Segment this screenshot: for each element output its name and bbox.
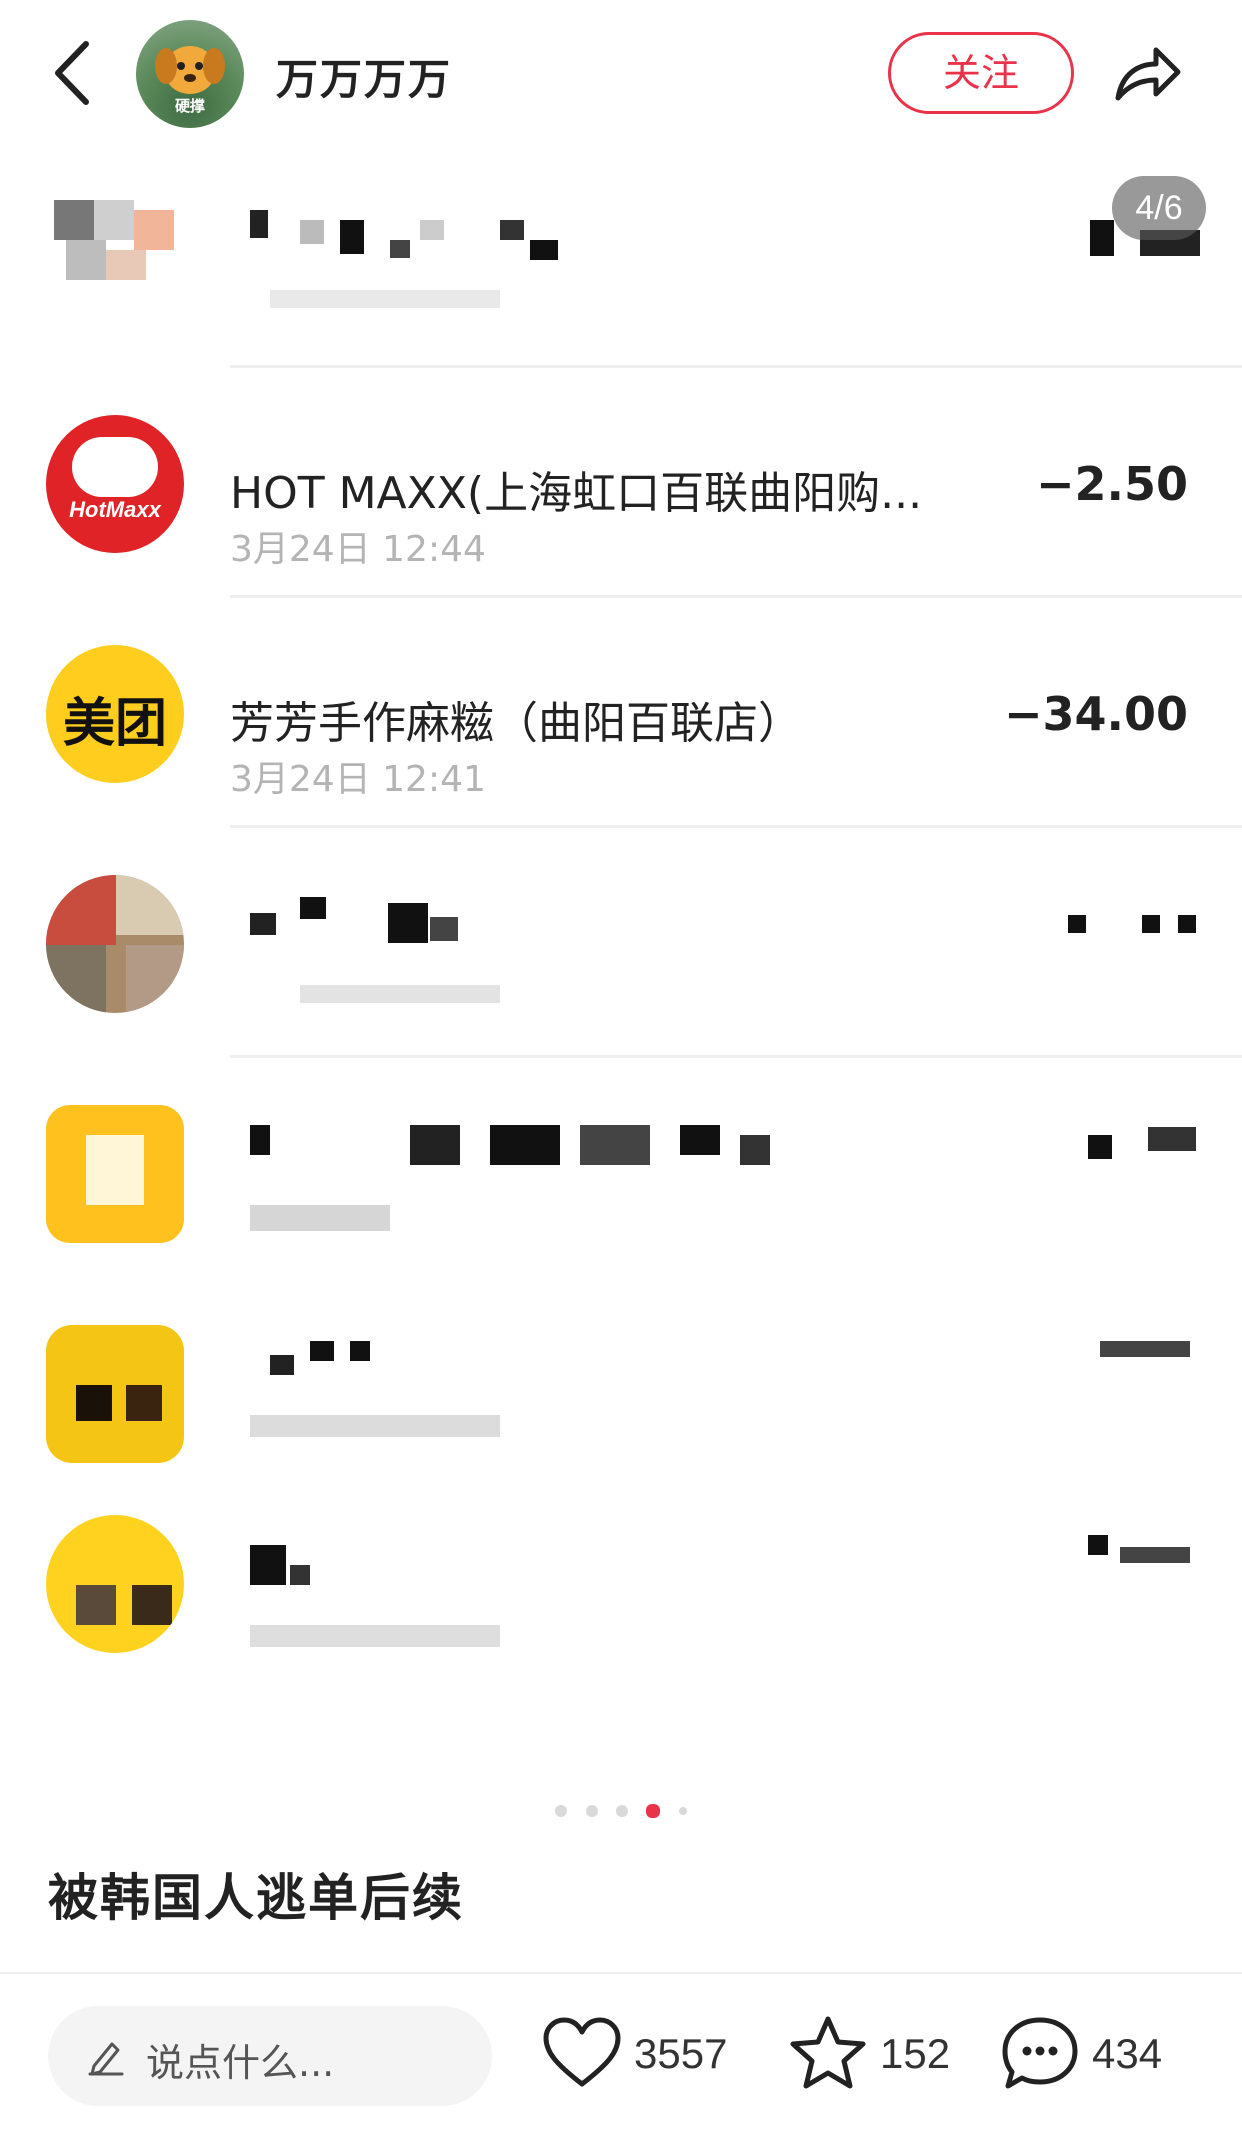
page-dot[interactable] [616, 1804, 628, 1817]
row-divider [230, 1055, 1242, 1058]
collect-button[interactable]: 152 [788, 2014, 958, 2104]
transaction-row-blurred [0, 1515, 1242, 1745]
transaction-amount: −34.00 [1003, 687, 1188, 741]
star-count: 152 [880, 2030, 951, 2077]
transaction-row: 美团 芳芳手作麻糍（曲阳百联店） 3月24日 12:41 −34.00 [0, 595, 1242, 825]
page-dot[interactable] [585, 1804, 598, 1817]
heart-icon [543, 2017, 621, 2087]
page-dot[interactable] [555, 1804, 568, 1817]
back-arrow-icon[interactable] [50, 38, 100, 108]
blurred-logo [46, 1105, 184, 1243]
transaction-time: 3月24日 12:44 [230, 529, 486, 570]
row-divider [230, 825, 1242, 828]
row-divider [230, 595, 1242, 598]
follow-button[interactable]: 关注 [888, 32, 1074, 114]
transaction-title: HOT MAXX(上海虹口百联曲阳购... [230, 468, 923, 519]
meituan-logo: 美团 [46, 645, 184, 783]
blurred-logo [46, 1515, 184, 1653]
avatar[interactable]: 硬撑 [136, 20, 244, 128]
share-icon[interactable] [1112, 38, 1184, 108]
image-counter: 4/6 [1112, 176, 1206, 240]
transaction-row-blurred [0, 1285, 1242, 1515]
transaction-time: 3月24日 12:41 [230, 759, 486, 800]
meituan-logo-text: 美团 [62, 694, 167, 754]
transaction-row-blurred: 4/6 [0, 150, 1242, 380]
transaction-row: HotMaxx HOT MAXX(上海虹口百联曲阳购... 3月24日 12:4… [0, 365, 1242, 595]
post-caption: 被韩国人逃单后续 [48, 1869, 464, 1927]
comment-button[interactable]: 434 [1000, 2014, 1180, 2104]
star-icon [790, 2016, 866, 2089]
page-dot-active[interactable] [646, 1803, 661, 1818]
blurred-logo [46, 875, 184, 1013]
like-count: 3557 [634, 2030, 728, 2077]
comment-bubble-icon [1002, 2017, 1078, 2089]
blurred-logo [46, 1325, 184, 1463]
transaction-amount: −2.50 [1035, 457, 1188, 511]
page-dot[interactable] [678, 1806, 687, 1815]
transaction-title: 芳芳手作麻糍（曲阳百联店） [230, 698, 802, 749]
comment-placeholder: 说点什么... [146, 2041, 335, 2085]
post-image-carousel[interactable]: 4/6 HotMaxx HOT MAXX(上海虹口百联曲阳购... 3月24日 … [0, 150, 1242, 1830]
pencil-icon [86, 2036, 126, 2076]
transaction-row-blurred [0, 1055, 1242, 1285]
comment-count: 434 [1092, 2030, 1163, 2077]
post-header: 硬撑 万万万万 关注 [0, 0, 1242, 150]
hotmaxx-logo: HotMaxx [46, 415, 184, 553]
username[interactable]: 万万万万 [276, 46, 452, 107]
blurred-logo [46, 190, 184, 328]
hotmaxx-logo-text: HotMaxx [69, 497, 161, 522]
comment-input[interactable]: 说点什么... [48, 2006, 492, 2106]
transaction-row-blurred [0, 825, 1242, 1055]
avatar-tag: 硬撑 [174, 97, 205, 115]
bottom-action-bar: 说点什么... 3557 152 434 [0, 1972, 1242, 2134]
carousel-pagination [0, 1802, 1242, 1822]
like-button[interactable]: 3557 [542, 2014, 742, 2104]
row-divider [230, 365, 1242, 368]
